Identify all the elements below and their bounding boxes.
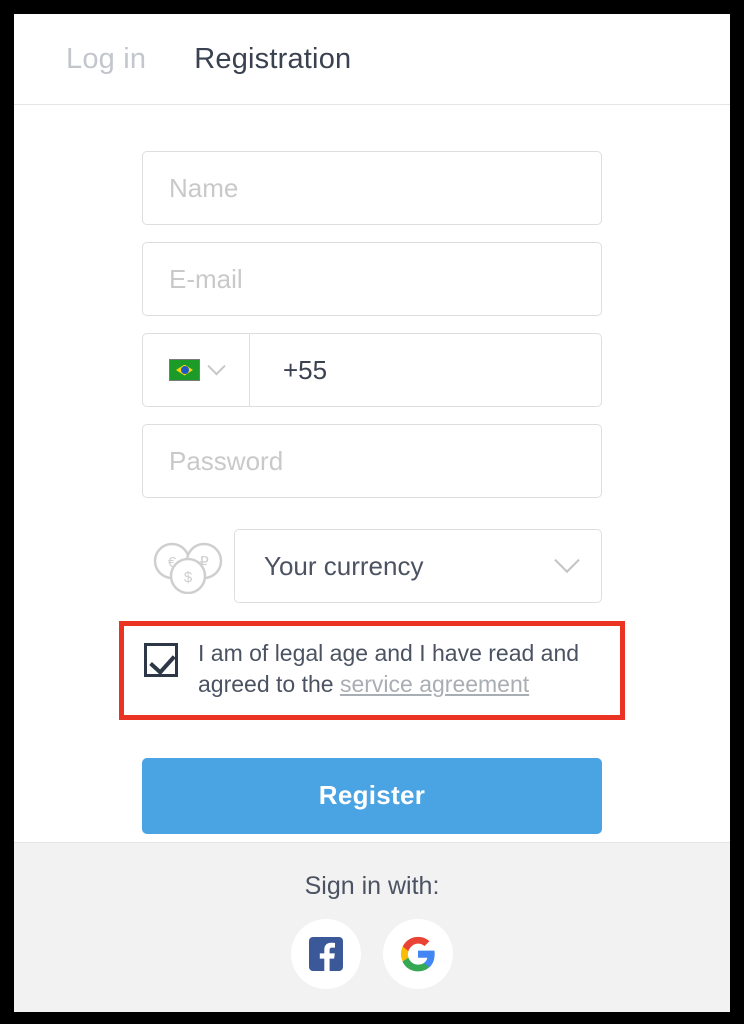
chevron-down-icon [207,356,226,375]
brazil-flag-icon [169,359,200,381]
email-input[interactable]: E-mail [142,242,602,316]
agreement-text: I am of legal age and I have read and ag… [198,638,598,701]
social-signin-footer: Sign in with: [14,842,730,1012]
country-code-select[interactable] [142,333,250,407]
auth-tab-bar: Log in Registration [14,14,730,105]
password-input-placeholder: Password [169,446,284,476]
agreement-checkbox[interactable] [144,643,178,677]
tab-login[interactable]: Log in [66,44,146,74]
name-input-placeholder: Name [169,173,239,203]
screen-frame: Log in Registration Name E-mail +55 Pass… [0,0,744,1024]
svg-text:$: $ [184,569,193,586]
google-signin-button[interactable] [383,919,453,989]
social-signin-title: Sign in with: [304,872,440,900]
facebook-icon [309,937,343,972]
registration-form: Name E-mail +55 Password € ₽ $ Your curr… [14,105,730,842]
chevron-down-icon [554,547,580,574]
registration-card: Log in Registration Name E-mail +55 Pass… [14,14,730,1012]
email-input-placeholder: E-mail [169,264,243,294]
facebook-signin-button[interactable] [291,919,361,989]
google-icon [400,936,435,972]
phone-row: +55 [142,333,602,407]
currency-select-value: Your currency [264,551,424,581]
coins-icon: € ₽ $ [142,538,234,594]
phone-number-input[interactable]: +55 [250,333,602,407]
password-input[interactable]: Password [142,424,602,498]
service-agreement-link[interactable]: service agreement [340,671,529,697]
currency-row: € ₽ $ Your currency [142,529,602,603]
phone-number-value: +55 [283,355,328,385]
register-button[interactable]: Register [142,757,602,834]
agreement-highlight-box: I am of legal age and I have read and ag… [119,621,625,720]
currency-select[interactable]: Your currency [234,529,602,603]
tab-registration[interactable]: Registration [194,44,351,74]
social-buttons-row [291,919,453,989]
name-input[interactable]: Name [142,151,602,225]
